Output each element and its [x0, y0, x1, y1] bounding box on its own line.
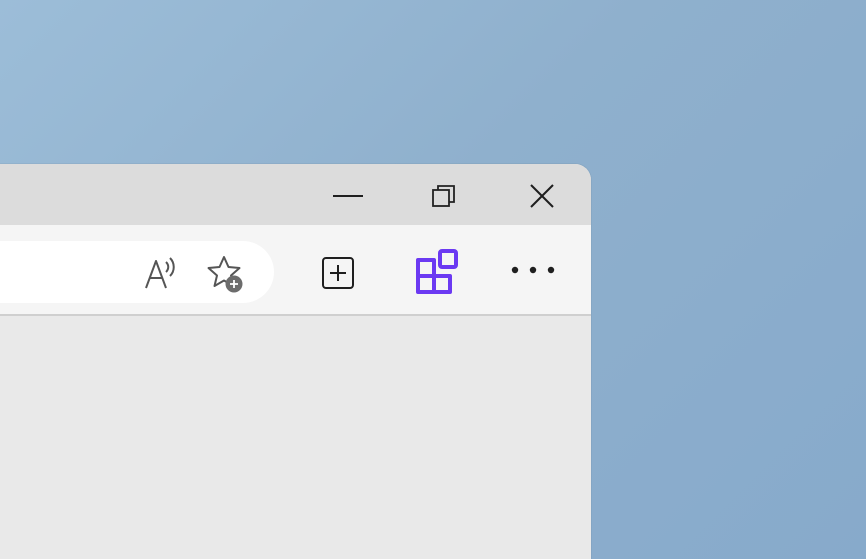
read-aloud-icon: [145, 257, 175, 289]
close-icon: [530, 184, 554, 208]
settings-and-more-button[interactable]: [509, 258, 559, 282]
collections-icon: [322, 257, 354, 289]
star-plus-icon: [207, 256, 243, 293]
add-to-favorites-button[interactable]: [206, 254, 246, 294]
title-bar: [0, 164, 591, 225]
minimize-icon: [333, 195, 363, 197]
extensions-button[interactable]: [414, 249, 462, 297]
page-content-area: [0, 316, 591, 559]
read-aloud-button[interactable]: [140, 254, 180, 292]
restore-button[interactable]: [423, 179, 465, 213]
extensions-icon: [416, 249, 458, 294]
close-button[interactable]: [521, 179, 563, 213]
browser-window: [0, 164, 591, 559]
toolbar: [0, 225, 591, 316]
restore-icon: [432, 185, 455, 207]
collections-button[interactable]: [318, 253, 358, 293]
minimize-button[interactable]: [327, 179, 369, 213]
more-icon: [511, 266, 555, 274]
